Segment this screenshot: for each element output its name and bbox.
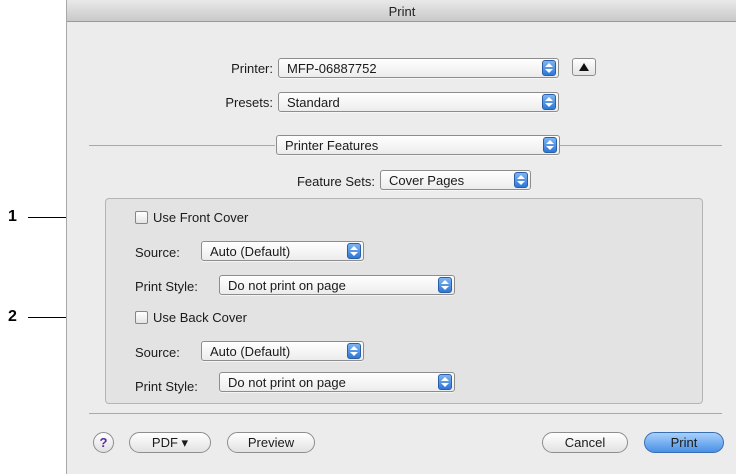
printer-select-value: MFP-06887752 [287, 61, 377, 76]
help-button[interactable]: ? [93, 432, 114, 453]
printer-select[interactable]: MFP-06887752 [278, 58, 559, 78]
callout-1: 1 [8, 208, 17, 225]
feature-sets-select[interactable]: Cover Pages [380, 170, 531, 190]
presets-label: Presets: [225, 95, 273, 110]
pane-select[interactable]: Printer Features [276, 135, 560, 155]
back-source-select-value: Auto (Default) [210, 344, 291, 359]
print-button[interactable]: Print [644, 432, 724, 453]
use-front-cover-label[interactable]: Use Front Cover [153, 210, 248, 225]
separator-right [560, 145, 722, 146]
footer-separator [89, 413, 722, 414]
expand-dialog-button[interactable] [572, 58, 596, 76]
front-print-style-select-value: Do not print on page [228, 278, 346, 293]
front-source-label: Source: [135, 245, 180, 260]
use-back-cover-checkbox[interactable] [135, 311, 148, 324]
triangle-up-icon [579, 63, 589, 71]
cancel-button[interactable]: Cancel [542, 432, 628, 453]
updown-arrows-icon [514, 172, 528, 188]
back-print-style-label: Print Style: [135, 379, 198, 394]
title-bar[interactable]: Print [67, 0, 736, 22]
printer-label: Printer: [231, 61, 273, 76]
front-source-select[interactable]: Auto (Default) [201, 241, 364, 261]
back-print-style-select[interactable]: Do not print on page [219, 372, 455, 392]
updown-arrows-icon [542, 60, 556, 76]
pane-select-value: Printer Features [285, 138, 379, 153]
separator-left [89, 145, 275, 146]
updown-arrows-icon [438, 374, 452, 390]
feature-sets-label: Feature Sets: [296, 174, 375, 189]
print-dialog: Print Printer: MFP-06887752 Presets: Sta… [66, 0, 736, 474]
updown-arrows-icon [542, 94, 556, 110]
use-back-cover-label[interactable]: Use Back Cover [153, 310, 247, 325]
updown-arrows-icon [438, 277, 452, 293]
back-source-label: Source: [135, 345, 180, 360]
callout-2: 2 [8, 308, 17, 325]
front-print-style-label: Print Style: [135, 279, 198, 294]
feature-sets-select-value: Cover Pages [389, 173, 465, 188]
use-front-cover-checkbox[interactable] [135, 211, 148, 224]
updown-arrows-icon [347, 343, 361, 359]
presets-select[interactable]: Standard [278, 92, 559, 112]
front-source-select-value: Auto (Default) [210, 244, 291, 259]
window-title: Print [388, 4, 416, 19]
updown-arrows-icon [347, 243, 361, 259]
presets-select-value: Standard [287, 95, 340, 110]
updown-arrows-icon [543, 137, 557, 153]
preview-button[interactable]: Preview [227, 432, 315, 453]
back-print-style-select-value: Do not print on page [228, 375, 346, 390]
back-source-select[interactable]: Auto (Default) [201, 341, 364, 361]
front-print-style-select[interactable]: Do not print on page [219, 275, 455, 295]
pdf-button[interactable]: PDF ▾ [129, 432, 211, 453]
